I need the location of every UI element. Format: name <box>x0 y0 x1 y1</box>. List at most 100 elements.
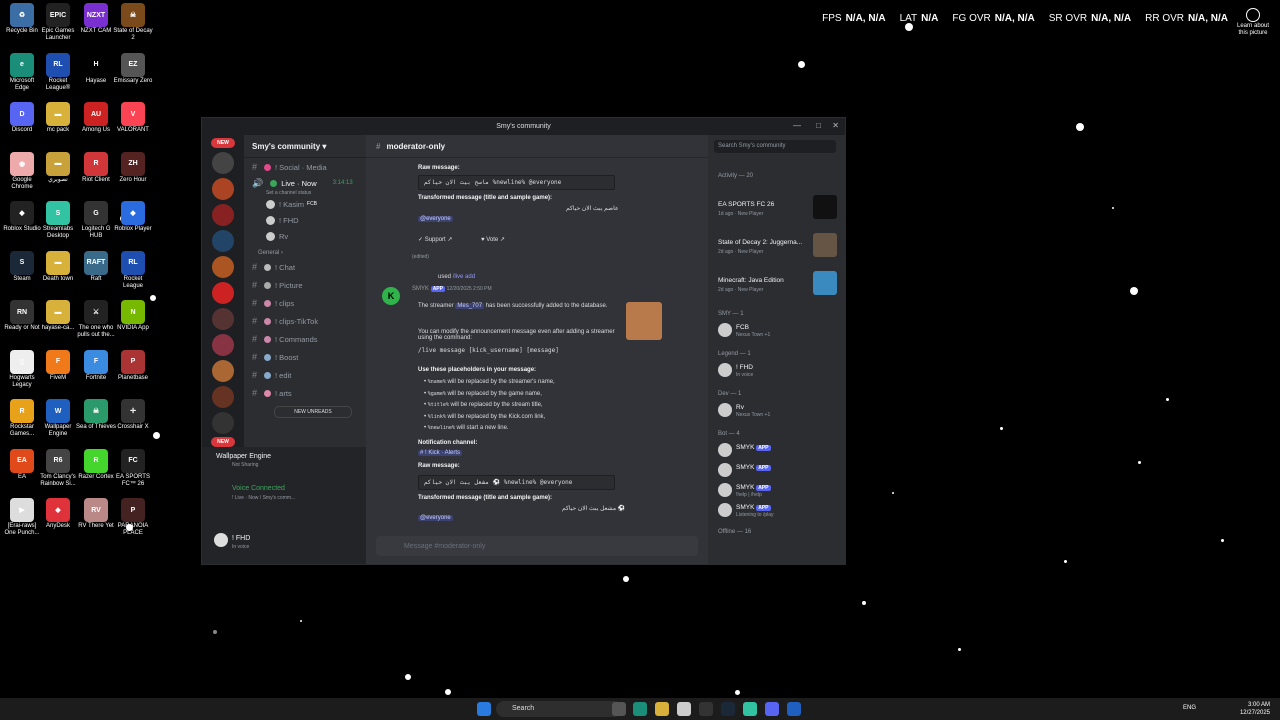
desktop-shortcut[interactable]: R6 Tom Clancy's Rainbow Si... <box>38 448 78 488</box>
desktop-shortcut[interactable]: ▬ تصويري <box>38 151 78 184</box>
avatar[interactable] <box>718 403 732 417</box>
desktop-shortcut[interactable]: RL Rocket League® <box>38 52 78 92</box>
desktop-shortcut[interactable]: ⚔ The one who pulls out the... <box>76 300 116 339</box>
member-name[interactable]: FCB <box>736 324 749 331</box>
desktop-shortcut[interactable]: ◆ Roblox Studio <box>2 201 42 233</box>
store-icon[interactable] <box>677 702 691 716</box>
activity-title[interactable]: EA SPORTS FC 26 <box>718 201 774 208</box>
desktop-shortcut[interactable]: D Discord <box>2 102 42 134</box>
task-view-icon[interactable] <box>612 702 626 716</box>
mention[interactable]: @everyone <box>418 515 453 521</box>
desktop-shortcut[interactable]: ◉ Google Chrome <box>2 151 42 191</box>
avatar[interactable] <box>718 463 732 477</box>
server-icon[interactable] <box>212 412 234 434</box>
desktop-shortcut[interactable]: ☠ Sea of Thieves <box>76 399 116 431</box>
desktop-shortcut[interactable]: EPIC Epic Games Launcher <box>38 3 78 42</box>
desktop-shortcut[interactable]: ◆ Roblox Player <box>113 201 153 233</box>
desktop-shortcut[interactable]: R Rockstar Games... <box>2 399 42 438</box>
server-icon[interactable] <box>212 386 234 408</box>
desktop-shortcut[interactable]: ▶ [Erai-raws] One Punch... <box>2 498 42 537</box>
desktop-shortcut[interactable]: P Planetbase <box>113 349 153 382</box>
desktop-shortcut[interactable]: S Streamlabs Desktop <box>38 201 78 240</box>
close-button[interactable]: ✕ <box>832 121 839 130</box>
desktop-shortcut[interactable]: ✛ Crosshair X <box>113 399 153 431</box>
streamlabs-icon[interactable] <box>743 702 757 716</box>
member-name[interactable]: SMYK APP <box>736 444 771 451</box>
maximize-button[interactable]: □ <box>816 121 821 130</box>
minimize-button[interactable]: — <box>793 121 801 130</box>
desktop-shortcut[interactable]: e Microsoft Edge <box>2 52 42 92</box>
server-header[interactable]: Smy's community ▾ <box>244 135 366 158</box>
channel-item[interactable]: # ! Boost <box>244 348 366 366</box>
channel-item[interactable]: # ! arts <box>244 384 366 402</box>
edge-icon[interactable] <box>633 702 647 716</box>
channel-item[interactable]: # ! edit <box>244 366 366 384</box>
desktop-shortcut[interactable]: NZXT NZXT CAM <box>76 3 116 35</box>
channel-item[interactable]: # ! clips <box>244 294 366 312</box>
avatar[interactable] <box>718 483 732 497</box>
server-icon[interactable] <box>212 334 234 356</box>
avatar[interactable] <box>214 533 228 547</box>
server-icon[interactable] <box>212 308 234 330</box>
bot-avatar[interactable]: K <box>382 287 400 305</box>
member-name[interactable]: SMYK APP <box>736 464 771 471</box>
desktop-shortcut[interactable]: H Hayase <box>76 52 116 85</box>
desktop-shortcut[interactable]: P PARANOIA PLACE <box>113 498 153 537</box>
server-icon[interactable] <box>212 230 234 252</box>
language-indicator[interactable]: ENG <box>1183 705 1196 711</box>
member-name[interactable]: SMYK APP <box>736 484 771 491</box>
activity-title[interactable]: State of Decay 2: Juggerna... <box>718 239 802 246</box>
channel-item[interactable]: # ! Picture <box>244 276 366 294</box>
server-icon[interactable] <box>212 152 234 174</box>
clock[interactable]: 3:00 AM 12/27/2025 <box>1240 701 1270 717</box>
member-name[interactable]: Rv <box>736 404 744 411</box>
wallpaper-engine-icon[interactable] <box>787 702 801 716</box>
member-name[interactable]: ! FHD <box>736 364 753 371</box>
desktop-shortcut[interactable]: RL Rocket League <box>113 250 153 290</box>
search-input[interactable]: Search Smy's community <box>714 140 836 153</box>
desktop-shortcut[interactable]: EA EA <box>2 448 42 481</box>
desktop-shortcut[interactable]: R Riot Client <box>76 151 116 184</box>
vote-button[interactable]: ♥ Vote ↗ <box>481 236 505 243</box>
desktop-shortcut[interactable]: FC EA SPORTS FC™ 26 <box>113 448 153 488</box>
desktop-shortcut[interactable]: ◆ AnyDesk <box>38 498 78 530</box>
avatar[interactable] <box>718 363 732 377</box>
desktop-shortcut[interactable]: RV RV There Yet <box>76 498 116 530</box>
server-icon[interactable] <box>212 360 234 382</box>
desktop-shortcut[interactable]: F Fortnite <box>76 349 116 382</box>
support-button[interactable]: ✓ Support ↗ <box>418 236 452 243</box>
desktop-shortcut[interactable]: W Wallpaper Engine <box>38 399 78 438</box>
app-icon[interactable] <box>699 702 713 716</box>
desktop-shortcut[interactable]: ZH Zero Hour <box>113 151 153 184</box>
activity-title[interactable]: Minecraft: Java Edition <box>718 277 784 284</box>
channel-item[interactable]: # ! clips-TikTok <box>244 312 366 330</box>
discord-icon[interactable] <box>765 702 779 716</box>
desktop-shortcut[interactable]: ▬ Death town <box>38 250 78 283</box>
file-explorer-icon[interactable] <box>655 702 669 716</box>
voice-user[interactable]: ! FHD <box>244 212 366 228</box>
avatar[interactable] <box>718 503 732 517</box>
server-icon[interactable] <box>212 178 234 200</box>
avatar[interactable] <box>718 323 732 337</box>
desktop-shortcut[interactable]: S Steam <box>2 250 42 283</box>
server-icon[interactable] <box>212 282 234 304</box>
taskbar-search[interactable]: Search <box>496 701 622 717</box>
desktop-shortcut[interactable]: V VALORANT <box>113 102 153 134</box>
channel-item[interactable]: # ! Commands <box>244 330 366 348</box>
desktop-shortcut[interactable]: ▬ hayase-ca... <box>38 300 78 332</box>
avatar[interactable] <box>718 443 732 457</box>
voice-user[interactable]: Rv <box>244 228 366 244</box>
desktop-shortcut[interactable]: R Razer Cortex <box>76 448 116 481</box>
notif-channel[interactable]: # ! Kick · Alerts <box>418 450 463 456</box>
desktop-shortcut[interactable]: ♻ Recycle Bin <box>2 3 42 35</box>
learn-about-picture[interactable]: Learn about this picture <box>1232 8 1274 37</box>
channel-item[interactable]: #! Social · Media <box>244 158 366 176</box>
server-icon[interactable] <box>212 256 234 278</box>
mention[interactable]: @everyone <box>418 216 453 222</box>
desktop-shortcut[interactable]: F FiveM <box>38 349 78 382</box>
category-general[interactable]: General › <box>244 244 366 258</box>
voice-channel-item[interactable]: 🔊 Live · Now 3:14:13 <box>244 176 366 190</box>
steam-icon[interactable] <box>721 702 735 716</box>
voice-user[interactable]: ! Kasim FCB <box>244 196 366 212</box>
desktop-shortcut[interactable]: G Logitech G HUB <box>76 201 116 240</box>
